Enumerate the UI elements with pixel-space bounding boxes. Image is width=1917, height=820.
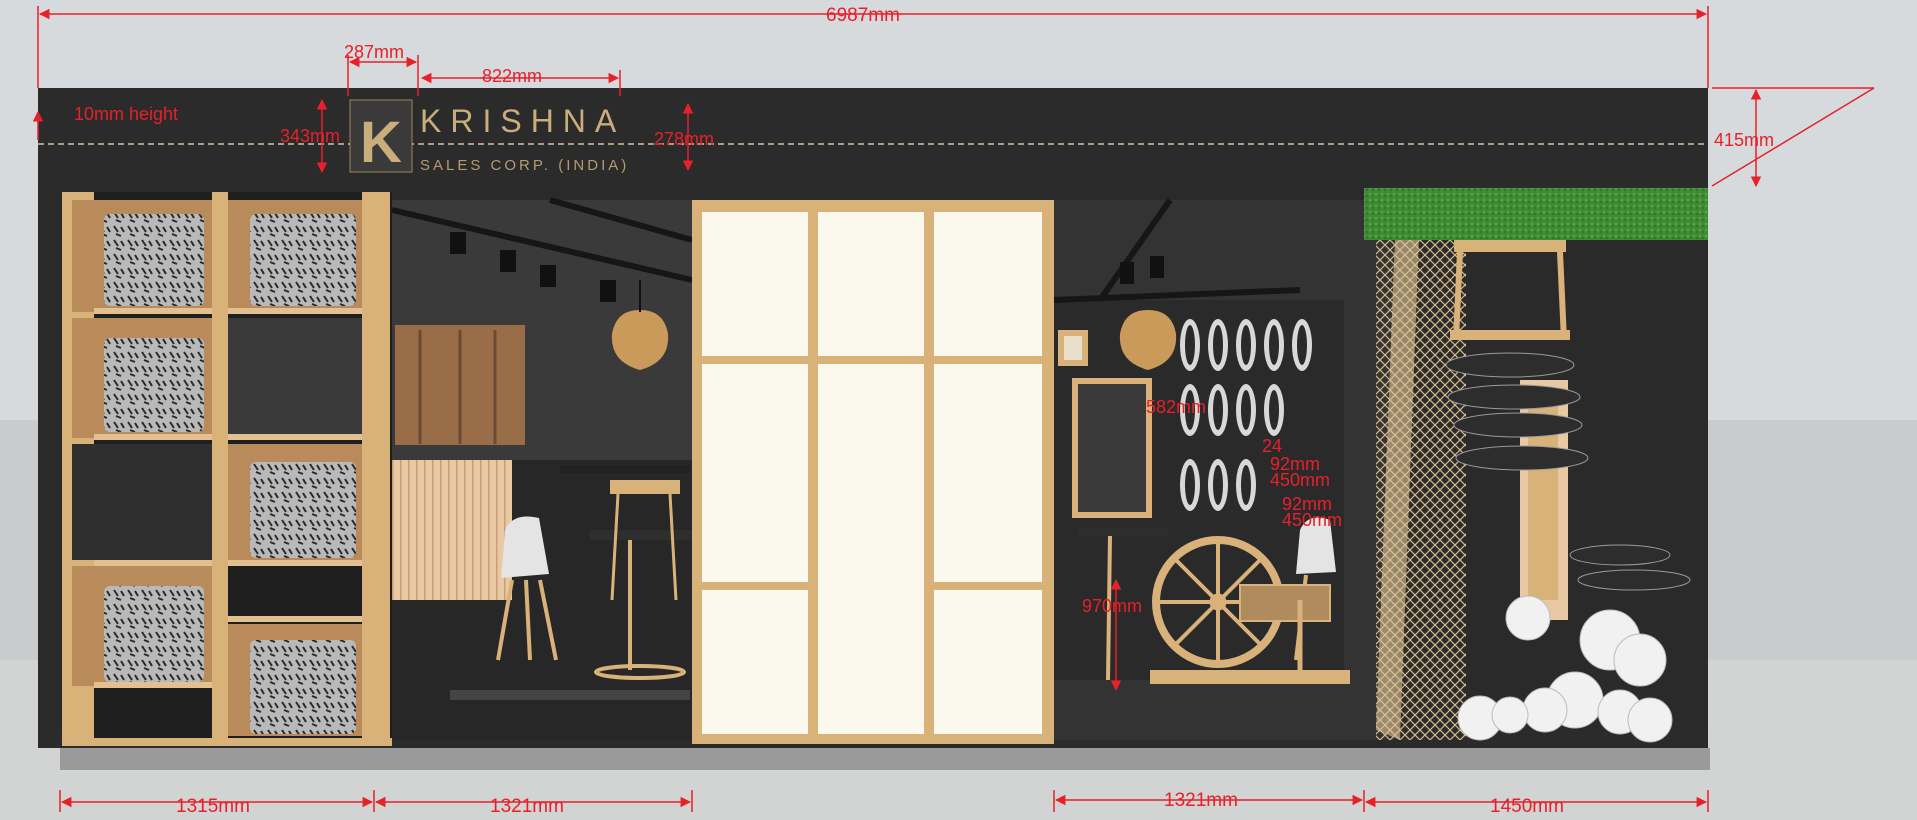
grass-canopy (1364, 188, 1708, 240)
booth-plinth (60, 748, 1710, 770)
booth-interior-right (1053, 198, 1394, 740)
brand-tagline: SALES CORP. (INDIA) (420, 157, 629, 174)
dim-bottom-3: 1321mm (1164, 790, 1238, 811)
brand-name: KRISHNA (420, 103, 625, 139)
dim-sign-height-note: 10mm height (74, 104, 178, 124)
sliding-door-panel (692, 200, 1054, 744)
dim-bottom-2: 1321mm (490, 796, 564, 817)
dim-name-width: 822mm (482, 66, 542, 86)
booth-elevation-drawing: K KRISHNA SALES CORP. (INDIA) 6987mm 287… (0, 0, 1917, 820)
dim-name-height: 278mm (654, 129, 714, 149)
dim-logo-width: 287mm (344, 42, 404, 62)
dim-fascia-height: 415mm (1714, 130, 1774, 150)
booth-interior-left (391, 197, 693, 740)
dim-table-height: 970mm (1082, 596, 1142, 616)
logo-letter: K (360, 110, 402, 175)
dim-shelf-c: 450mm (1270, 470, 1330, 490)
brand-logo: K (349, 99, 413, 175)
dim-bottom-1: 1315mm (176, 796, 250, 817)
dim-shelf-a: 24 (1262, 436, 1282, 456)
dim-overall-width: 6987mm (826, 5, 900, 26)
pillow-shelving-left (62, 192, 392, 746)
dim-shelf-e: 450mm (1282, 510, 1342, 530)
dim-logo-height: 343mm (280, 126, 340, 146)
dim-bottom-4: 1450mm (1490, 796, 1564, 817)
dim-rack-height: 582mm (1146, 397, 1206, 417)
